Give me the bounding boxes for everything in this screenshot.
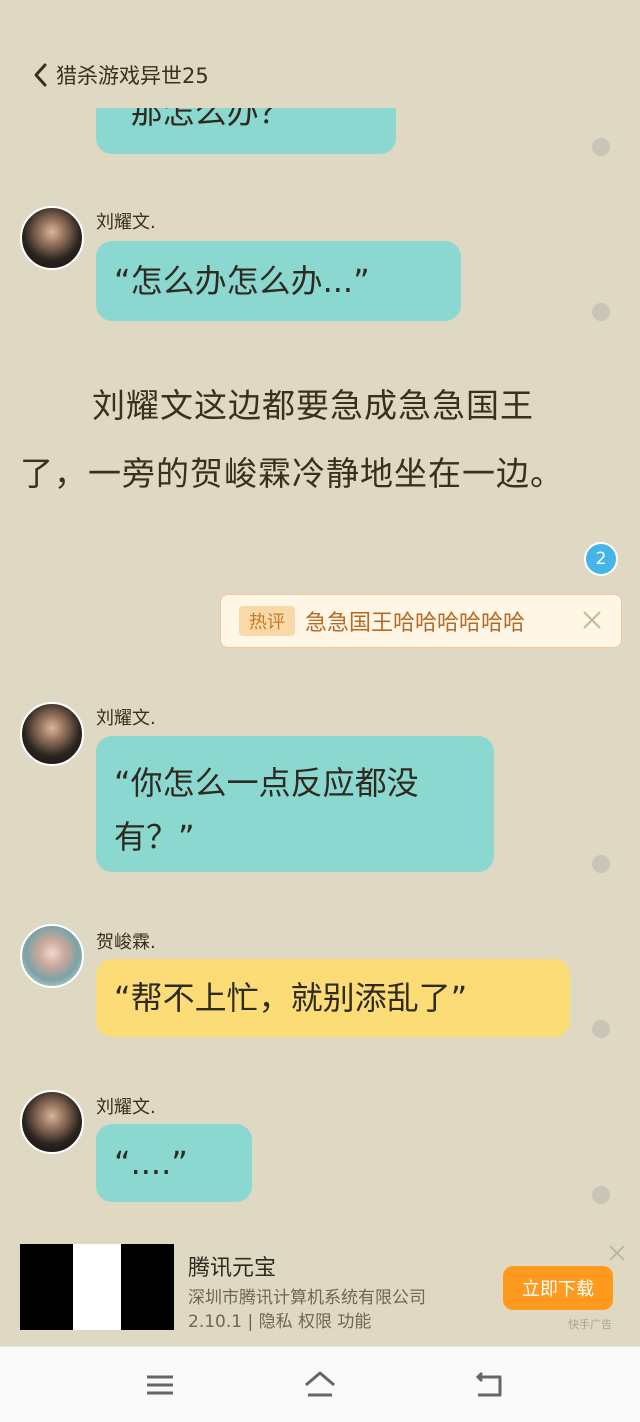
ad-company: 深圳市腾讯计算机系统有限公司 <box>188 1288 426 1308</box>
page-title: 猎杀游戏异世25 <box>56 64 209 88</box>
ad-title: 腾讯元宝 <box>188 1256 277 1281</box>
hot-comment-tag: 热评 <box>239 606 295 636</box>
hot-comment[interactable]: 热评 急急国王哈哈哈哈哈哈 <box>220 594 622 648</box>
close-icon[interactable] <box>581 609 603 631</box>
message-dot[interactable] <box>592 138 610 156</box>
menu-icon[interactable] <box>143 1369 177 1401</box>
sender-name: 刘耀文. <box>96 1097 156 1118</box>
ad-banner[interactable]: 腾讯元宝 深圳市腾讯计算机系统有限公司 2.10.1 | 隐私 权限 功能 立即… <box>0 1230 640 1346</box>
avatar[interactable] <box>20 1090 84 1154</box>
message-dot[interactable] <box>592 1020 610 1038</box>
download-button[interactable]: 立即下载 <box>503 1266 613 1310</box>
avatar[interactable] <box>20 206 84 270</box>
ad-thumbnail-screen <box>73 1244 121 1330</box>
home-icon[interactable] <box>303 1369 337 1401</box>
message-text: “怎么办怎么办...” <box>114 262 370 300</box>
ad-meta: 2.10.1 | 隐私 权限 功能 <box>188 1312 372 1332</box>
avatar[interactable] <box>20 702 84 766</box>
back-button[interactable]: 猎杀游戏异世25 <box>30 60 209 90</box>
back-icon[interactable] <box>472 1369 506 1401</box>
ad-thumbnail[interactable] <box>20 1244 174 1330</box>
message-dot[interactable] <box>592 1186 610 1204</box>
message-bubble[interactable]: “你怎么一点反应都没有？” <box>96 736 494 872</box>
sender-name: 刘耀文. <box>96 708 156 729</box>
system-nav-bar <box>0 1346 640 1422</box>
message-bubble[interactable]: “帮不上忙，就别添乱了” <box>96 959 570 1037</box>
message-dot[interactable] <box>592 303 610 321</box>
sender-name: 贺峻霖. <box>96 932 156 953</box>
message-dot[interactable] <box>592 855 610 873</box>
hot-comment-text: 急急国王哈哈哈哈哈哈 <box>305 611 526 636</box>
narration-text: 刘耀文这边都要急成急急国王了，一旁的贺峻霖冷静地坐在一边。 <box>20 386 564 493</box>
message-text: “你怎么一点反应都没有？” <box>114 764 419 856</box>
message-bubble[interactable]: “....” <box>96 1124 252 1202</box>
ad-label: 快手广告 <box>568 1318 612 1331</box>
comment-count-badge[interactable]: 2 <box>584 542 618 576</box>
sender-name: 刘耀文. <box>96 212 156 233</box>
top-bar: 猎杀游戏异世25 <box>0 0 640 108</box>
close-icon[interactable] <box>608 1244 626 1262</box>
message-bubble[interactable]: “怎么办怎么办...” <box>96 241 461 321</box>
message-text: “....” <box>114 1144 188 1182</box>
avatar[interactable] <box>20 924 84 988</box>
chevron-left-icon <box>34 63 47 87</box>
message-text: “帮不上忙，就别添乱了” <box>114 979 468 1017</box>
